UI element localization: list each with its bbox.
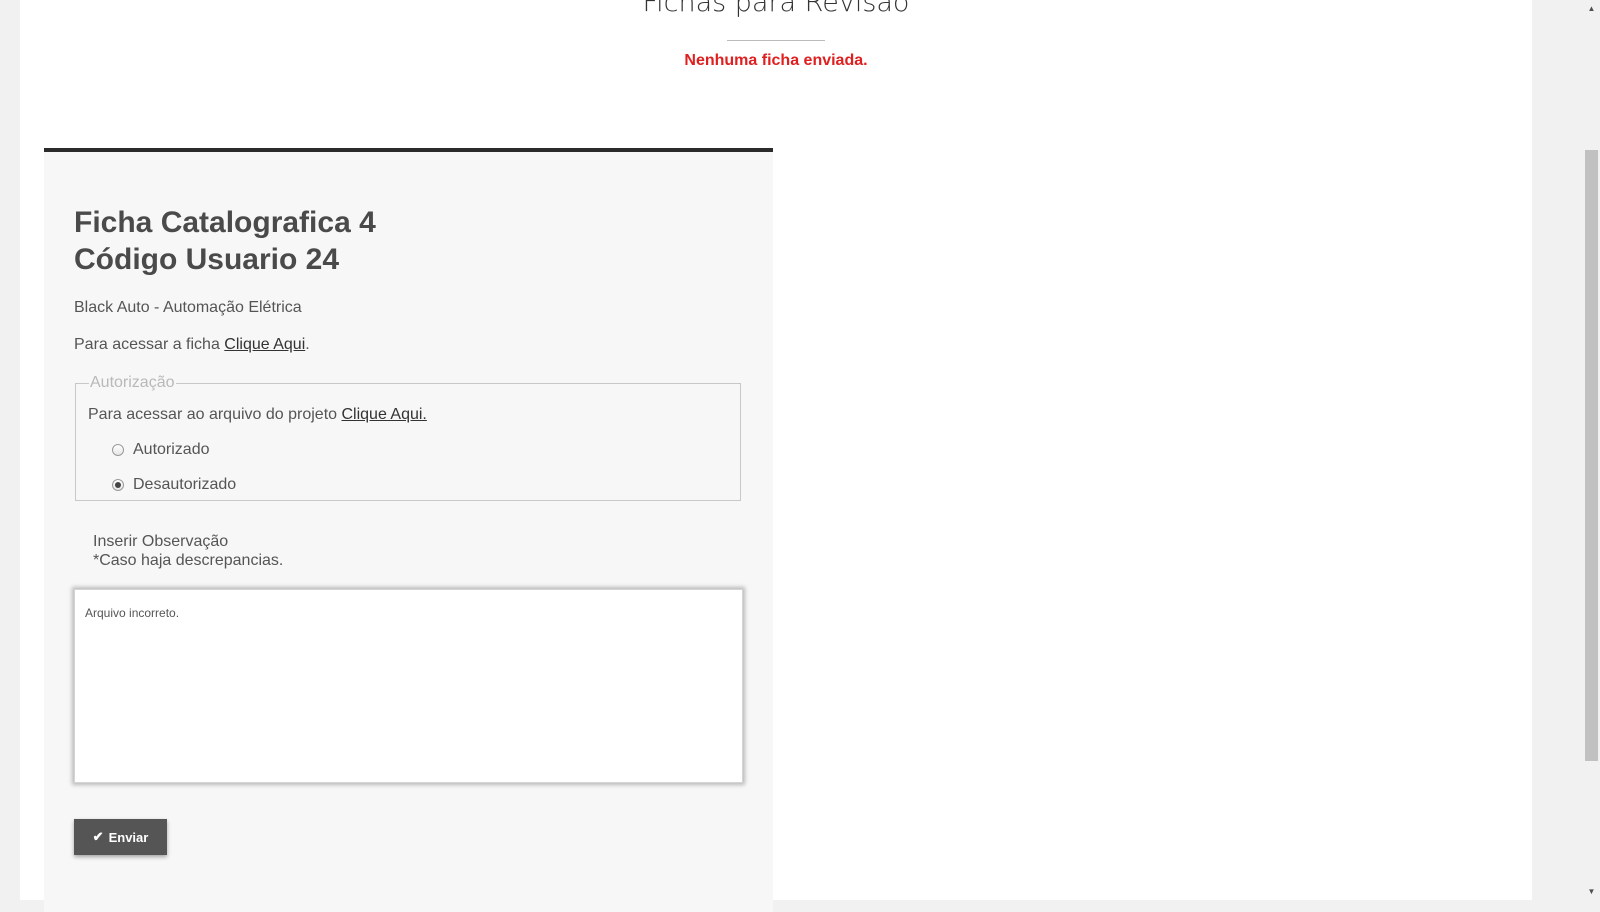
scrollbar-thumb[interactable] [1585,150,1598,761]
title-divider [727,40,825,41]
access-ficha-suffix: . [305,336,310,353]
access-ficha-link[interactable]: Clique Aqui [224,336,305,353]
observation-label: Inserir Observação *Caso haja descrepanc… [93,532,283,570]
status-message: Nenhuma ficha enviada. [684,52,868,69]
project-file-text: Para acessar ao arquivo do projeto [88,406,342,423]
scroll-up-arrow-icon[interactable]: ▲ [1583,0,1600,17]
send-button[interactable]: ✔ Enviar [74,819,167,855]
company-name: Black Auto - Automação Elétrica [74,299,302,316]
ficha-card: Ficha Catalografica 4 Código Usuario 24 … [44,148,773,912]
page-title: Fichas para Revisão [642,0,910,18]
access-ficha-line: Para acessar a ficha Clique Aqui. [74,336,310,354]
send-button-label: Enviar [108,829,149,845]
card-title: Ficha Catalografica 4 Código Usuario 24 [74,204,376,278]
access-ficha-text: Para acessar a ficha [74,336,225,353]
authorization-fieldset: Autorização Para acessar ao arquivo do p… [75,374,741,501]
vertical-scrollbar[interactable]: ▲ ▼ [1583,0,1600,900]
card-title-line1: Ficha Catalografica 4 [74,206,376,239]
project-file-link[interactable]: Clique Aqui. [341,406,426,423]
radio-desautorizado-label: Desautorizado [133,476,237,493]
page-container: Fichas para Revisão Nenhuma ficha enviad… [20,0,1532,912]
radio-desautorizado-control[interactable] [112,479,124,491]
project-file-line: Para acessar ao arquivo do projeto Cliqu… [88,406,427,424]
radio-autorizado-label: Autorizado [133,441,210,458]
radio-autorizado[interactable]: Autorizado [112,441,210,459]
scroll-down-arrow-icon[interactable]: ▼ [1583,883,1600,900]
radio-desautorizado[interactable]: Desautorizado [112,476,236,494]
check-icon: ✔ [92,829,104,844]
radio-autorizado-control[interactable] [112,444,124,456]
observation-label-line1: Inserir Observação [93,533,229,550]
card-title-line2: Código Usuario 24 [74,243,340,276]
observation-textarea[interactable]: Arquivo incorreto. [74,589,743,783]
authorization-legend: Autorização [90,374,175,391]
observation-label-line2: *Caso haja descrepancias. [93,552,284,569]
